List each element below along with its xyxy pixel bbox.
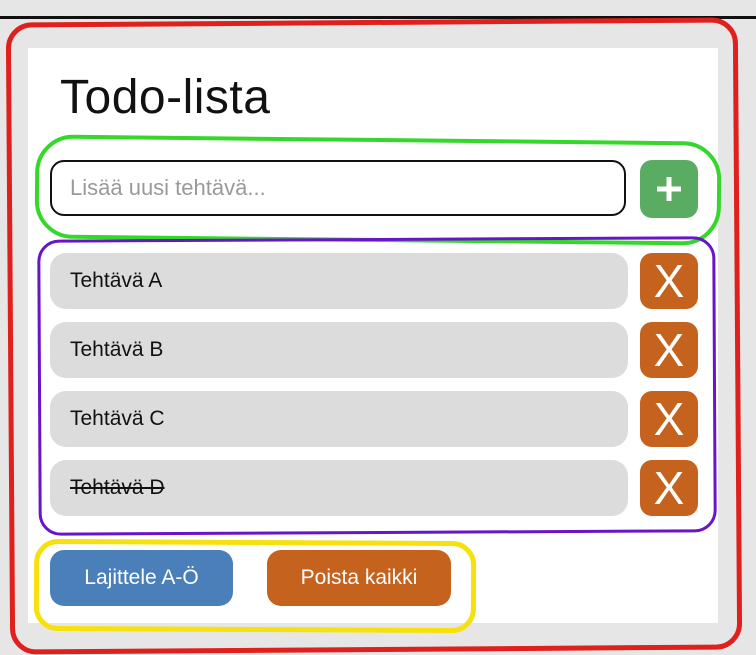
delete-task-button[interactable]: X: [640, 460, 698, 516]
clear-all-button[interactable]: Poista kaikki: [267, 550, 451, 606]
todo-item-label[interactable]: Tehtävä B: [50, 322, 628, 378]
delete-task-button[interactable]: X: [640, 391, 698, 447]
close-icon: X: [653, 324, 685, 376]
delete-task-button[interactable]: X: [640, 253, 698, 309]
todo-item: Tehtävä A X: [50, 253, 700, 309]
top-border-line: [0, 16, 756, 19]
todo-item: Tehtävä C X: [50, 391, 700, 447]
todo-item: Tehtävä B X: [50, 322, 700, 378]
close-icon: X: [653, 255, 685, 307]
delete-task-button[interactable]: X: [640, 322, 698, 378]
page-title: Todo-lista: [60, 71, 271, 124]
todo-item: Tehtävä D X: [50, 460, 700, 516]
plus-icon: [657, 177, 681, 201]
todo-item-label-completed[interactable]: Tehtävä D: [50, 460, 628, 516]
todo-card: Todo-lista Tehtävä A X Tehtävä B X Tehtä…: [28, 48, 718, 623]
todo-item-label[interactable]: Tehtävä A: [50, 253, 628, 309]
close-icon: X: [653, 462, 685, 514]
add-task-button[interactable]: [640, 160, 698, 218]
new-task-input[interactable]: [50, 160, 626, 216]
todo-item-label[interactable]: Tehtävä C: [50, 391, 628, 447]
close-icon: X: [653, 393, 685, 445]
sort-button[interactable]: Lajittele A-Ö: [50, 550, 233, 606]
todo-list: Tehtävä A X Tehtävä B X Tehtävä C X Teht…: [50, 253, 700, 529]
